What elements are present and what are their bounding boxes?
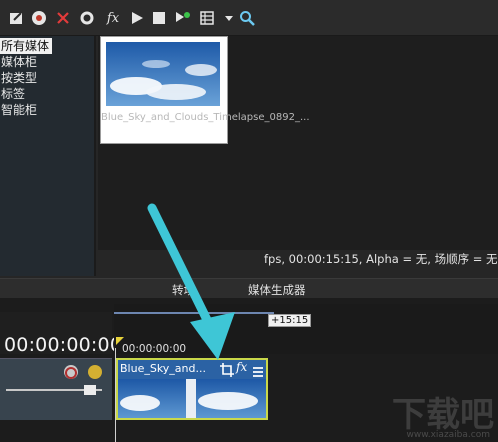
capture-icon[interactable] (30, 9, 48, 27)
views-icon[interactable] (198, 9, 216, 27)
play-icon[interactable] (128, 9, 146, 27)
tree-item-by-type[interactable]: 按类型 (0, 70, 37, 86)
media-properties-text: fps, 00:00:15:15, Alpha = 无, 场顺序 = 无( (264, 252, 498, 266)
clip-preview-image (118, 379, 266, 418)
tree-item-all-media[interactable]: 所有媒体 (0, 38, 53, 54)
dropdown-icon[interactable] (220, 9, 238, 27)
timecode-display: 00:00:00:00 (4, 334, 123, 356)
thumbnail-caption: Blue_Sky_and_Clouds_Timelapse_0892_... (101, 112, 310, 123)
remove-icon[interactable] (54, 9, 72, 27)
stop-icon[interactable] (150, 9, 168, 27)
tree-item-media-bins[interactable]: 媒体柜 (0, 54, 37, 70)
search-icon[interactable] (238, 9, 256, 27)
properties-icon[interactable] (78, 9, 96, 27)
explorer-tree: 所有媒体 媒体柜 按类型 标签 智能柜 (0, 36, 96, 276)
tree-item-tags[interactable]: 标签 (0, 86, 25, 102)
annotation-arrow (147, 203, 235, 360)
import-media-icon[interactable] (8, 9, 26, 27)
playhead-cursor[interactable] (115, 348, 116, 442)
region-length-label: +15:15 (268, 314, 312, 327)
explorer-toolbar: fx (0, 0, 498, 36)
timecode-panel: 00:00:00:00 (0, 312, 122, 356)
media-fx-icon[interactable]: fx (104, 9, 122, 27)
tree-item-smart-bins[interactable]: 智能柜 (0, 102, 37, 118)
sky-preview-image (106, 42, 220, 106)
video-track-header[interactable] (0, 358, 112, 420)
mute-track-icon[interactable] (64, 365, 78, 379)
watermark-logo: 下载吧 (392, 395, 494, 435)
solo-track-icon[interactable] (88, 365, 102, 379)
media-thumbnail[interactable]: Blue_Sky_and_Clouds_Timelapse_0892_... (100, 36, 310, 144)
track-level-handle[interactable] (84, 385, 96, 395)
watermark-url: www.xiazaiba.com (406, 430, 490, 440)
auto-preview-icon[interactable] (174, 9, 192, 27)
